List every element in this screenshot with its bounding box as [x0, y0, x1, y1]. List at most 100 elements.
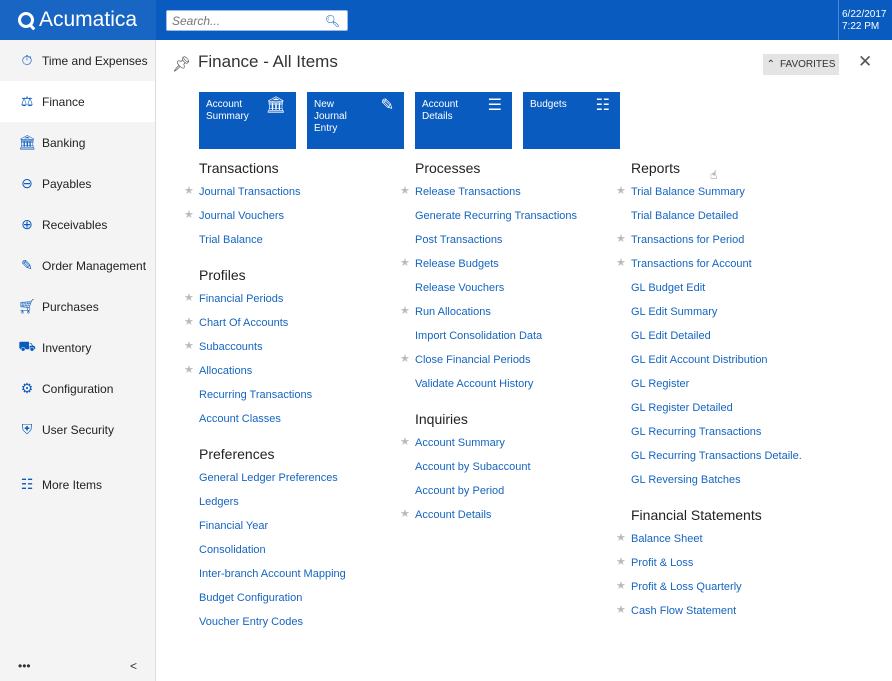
favorite-star-icon[interactable]: ★: [184, 207, 194, 223]
favorite-star-icon[interactable]: ★: [616, 554, 626, 570]
favorite-star-icon[interactable]: ★: [184, 314, 194, 330]
link-import-consolidation-data[interactable]: Import Consolidation Data: [415, 328, 577, 352]
link-gl-budget-edit[interactable]: GL Budget Edit: [631, 280, 802, 304]
link-label: Release Vouchers: [415, 282, 505, 294]
favorite-star-icon[interactable]: ★: [616, 602, 626, 618]
link-budget-configuration[interactable]: Budget Configuration: [199, 590, 346, 614]
sidebar-item-receivables[interactable]: ⊕ Receivables: [0, 204, 155, 245]
link-subaccounts[interactable]: ★ Subaccounts: [184, 339, 346, 363]
favorite-star-icon[interactable]: ★: [616, 231, 626, 247]
link-account-summary[interactable]: ★ Account Summary: [400, 435, 577, 459]
favorite-star-icon[interactable]: ★: [616, 183, 626, 199]
favorite-star-icon[interactable]: ★: [184, 290, 194, 306]
link-label: Account Details: [415, 509, 492, 521]
link-trial-balance-detailed[interactable]: Trial Balance Detailed: [631, 208, 802, 232]
favorite-star-icon[interactable]: ★: [616, 530, 626, 546]
link-gl-recurring-transactions-detaile[interactable]: GL Recurring Transactions Detaile.: [631, 448, 802, 472]
link-label: Account by Subaccount: [415, 461, 531, 473]
link-account-by-period[interactable]: Account by Period: [415, 483, 577, 507]
sidebar-item-banking[interactable]: 🏛︎ Banking: [0, 122, 155, 163]
sidebar-item-inventory[interactable]: ⛟︎ Inventory: [0, 327, 155, 368]
link-cash-flow-statement[interactable]: ★ Cash Flow Statement: [616, 603, 802, 627]
sidebar-item-more-items[interactable]: ☷ More Items: [0, 464, 155, 505]
favorite-star-icon[interactable]: ★: [616, 578, 626, 594]
link-balance-sheet[interactable]: ★ Balance Sheet: [616, 531, 802, 555]
link-account-by-subaccount[interactable]: Account by Subaccount: [415, 459, 577, 483]
link-gl-reversing-batches[interactable]: GL Reversing Batches: [631, 472, 802, 496]
collapse-sidebar-icon[interactable]: <: [130, 659, 137, 673]
link-profit-loss[interactable]: ★ Profit & Loss: [616, 555, 802, 579]
link-post-transactions[interactable]: Post Transactions: [415, 232, 577, 256]
link-close-financial-periods[interactable]: ★ Close Financial Periods: [400, 352, 577, 376]
section-heading: Transactions: [199, 160, 279, 176]
link-consolidation[interactable]: Consolidation: [199, 542, 346, 566]
link-gl-edit-summary[interactable]: GL Edit Summary: [631, 304, 802, 328]
favorites-button[interactable]: ⌃ FAVORITES: [763, 54, 839, 75]
link-release-transactions[interactable]: ★ Release Transactions: [400, 184, 577, 208]
favorite-star-icon[interactable]: ★: [616, 255, 626, 271]
link-release-budgets[interactable]: ★ Release Budgets: [400, 256, 577, 280]
link-gl-edit-detailed[interactable]: GL Edit Detailed: [631, 328, 802, 352]
tile-budgets[interactable]: Budgets ☷: [523, 92, 620, 149]
link-trial-balance[interactable]: Trial Balance: [199, 232, 346, 256]
sidebar-item-order-management[interactable]: ✎ Order Management: [0, 245, 155, 286]
tile-new-journal-entry[interactable]: New Journal Entry ✎: [307, 92, 404, 149]
sidebar-item-purchases[interactable]: 🛒︎ Purchases: [0, 286, 155, 327]
link-gl-edit-account-distribution[interactable]: GL Edit Account Distribution: [631, 352, 802, 376]
link-release-vouchers[interactable]: Release Vouchers: [415, 280, 577, 304]
sidebar-item-time-and-expenses[interactable]: ⏱︎ Time and Expenses: [0, 40, 155, 81]
link-chart-of-accounts[interactable]: ★ Chart Of Accounts: [184, 315, 346, 339]
link-label: Journal Transactions: [199, 186, 301, 198]
link-allocations[interactable]: ★ Allocations: [184, 363, 346, 387]
tile-label: Budgets: [530, 99, 567, 110]
close-icon[interactable]: ✕: [858, 52, 872, 72]
search-icon[interactable]: 🔍︎: [325, 14, 340, 28]
pin-icon[interactable]: 📌︎: [172, 55, 191, 73]
app-logo[interactable]: Acumatica: [0, 0, 156, 40]
link-journal-vouchers[interactable]: ★ Journal Vouchers: [184, 208, 346, 232]
favorite-star-icon[interactable]: ★: [400, 183, 410, 199]
favorite-star-icon[interactable]: ★: [400, 255, 410, 271]
search-box[interactable]: 🔍︎: [166, 10, 348, 31]
link-generate-recurring-transactions[interactable]: Generate Recurring Transactions: [415, 208, 577, 232]
link-transactions-for-period[interactable]: ★ Transactions for Period: [616, 232, 802, 256]
more-options-icon[interactable]: •••: [18, 659, 31, 673]
link-recurring-transactions[interactable]: Recurring Transactions: [199, 387, 346, 411]
sidebar-item-payables[interactable]: ⊖ Payables: [0, 163, 155, 204]
link-gl-register[interactable]: GL Register: [631, 376, 802, 400]
link-ledgers[interactable]: Ledgers: [199, 494, 346, 518]
favorite-star-icon[interactable]: ★: [400, 434, 410, 450]
favorite-star-icon[interactable]: ★: [400, 303, 410, 319]
search-input[interactable]: [167, 11, 317, 30]
link-gl-recurring-transactions[interactable]: GL Recurring Transactions: [631, 424, 802, 448]
favorite-star-icon[interactable]: ★: [400, 351, 410, 367]
link-journal-transactions[interactable]: ★ Journal Transactions: [184, 184, 346, 208]
sidebar-item-finance[interactable]: ⚖︎ Finance: [0, 81, 155, 122]
favorite-star-icon[interactable]: ★: [184, 362, 194, 378]
tile-account-details[interactable]: Account Details ☰: [415, 92, 512, 149]
favorite-star-icon[interactable]: ★: [400, 506, 410, 522]
link-label: GL Reversing Batches: [631, 474, 741, 486]
link-gl-register-detailed[interactable]: GL Register Detailed: [631, 400, 802, 424]
column-2: Processes ★ Release Transactions Generate R…: [400, 159, 577, 531]
link-inter-branch-account-mapping[interactable]: Inter-branch Account Mapping: [199, 566, 346, 590]
link-run-allocations[interactable]: ★ Run Allocations: [400, 304, 577, 328]
sidebar-item-label: Configuration: [42, 381, 114, 396]
link-profit-loss-quarterly[interactable]: ★ Profit & Loss Quarterly: [616, 579, 802, 603]
link-account-classes[interactable]: Account Classes: [199, 411, 346, 435]
link-general-ledger-preferences[interactable]: General Ledger Preferences: [199, 470, 346, 494]
favorite-star-icon[interactable]: ★: [184, 338, 194, 354]
link-validate-account-history[interactable]: Validate Account History: [415, 376, 577, 400]
link-account-details[interactable]: ★ Account Details: [400, 507, 577, 531]
link-label: Account Classes: [199, 413, 281, 425]
sidebar-item-configuration[interactable]: ⚙︎ Configuration: [0, 368, 155, 409]
favorite-star-icon[interactable]: ★: [184, 183, 194, 199]
link-financial-year[interactable]: Financial Year: [199, 518, 346, 542]
link-trial-balance-summary[interactable]: ★ Trial Balance Summary: [616, 184, 802, 208]
sidebar-item-user-security[interactable]: ⛨︎ User Security: [0, 409, 155, 450]
link-voucher-entry-codes[interactable]: Voucher Entry Codes: [199, 614, 346, 638]
link-financial-periods[interactable]: ★ Financial Periods: [184, 291, 346, 315]
tile-account-summary[interactable]: Account Summary 🏛︎: [199, 92, 296, 149]
link-transactions-for-account[interactable]: ★ Transactions for Account: [616, 256, 802, 280]
top-bar: Acumatica 🔍︎ 6/22/2017 7:22 PM: [0, 0, 892, 40]
